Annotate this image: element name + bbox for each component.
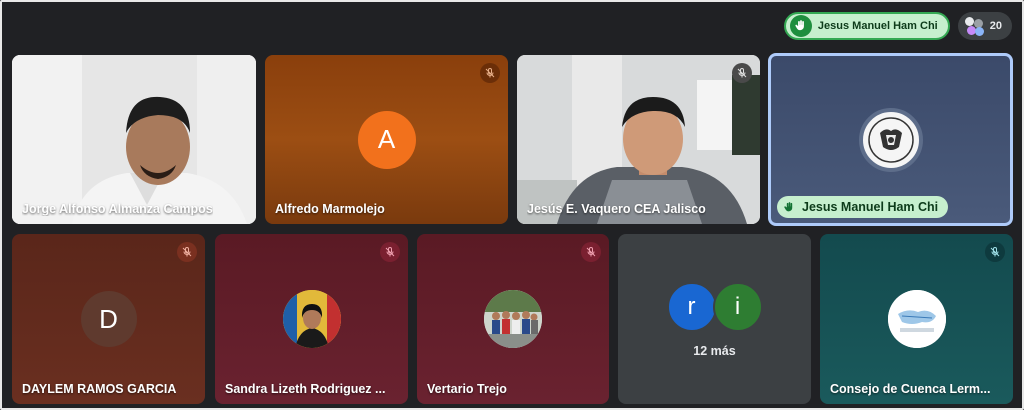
participant-count: 20 xyxy=(989,20,1002,32)
raised-hand-icon xyxy=(784,201,793,211)
video-feed xyxy=(517,55,760,224)
raised-hand-indicator[interactable]: Jesus Manuel Ham Chi xyxy=(783,12,950,40)
participants-button[interactable]: 20 xyxy=(957,12,1012,40)
more-participants-tile[interactable]: r i 12 más xyxy=(618,234,811,404)
overflow-avatars: r i xyxy=(666,282,763,332)
participant-tile-jorge[interactable]: Jorge Alfonso Almanza Campos xyxy=(12,55,256,224)
participant-tile-sandra[interactable]: Sandra Lizeth Rodriguez ... xyxy=(215,234,408,404)
avatar-initial: r xyxy=(687,293,696,320)
avatar-initial: i xyxy=(734,293,741,320)
participant-tile-vertario[interactable]: Vertario Trejo xyxy=(417,234,609,404)
participant-name: Alfredo Marmolejo xyxy=(275,202,385,216)
more-count-label: 12 más xyxy=(693,344,736,358)
raised-hand-icon xyxy=(789,15,812,37)
participant-name: Vertario Trejo xyxy=(427,382,507,396)
participant-tile-consejo[interactable]: Consejo de Cuenca Lerm... xyxy=(820,234,1013,404)
profile-photo xyxy=(484,290,542,348)
top-status-bar: Jesus Manuel Ham Chi 20 xyxy=(783,11,1012,41)
overflow-avatar-r: r xyxy=(666,282,717,332)
participant-name: Consejo de Cuenca Lerm... xyxy=(830,382,991,396)
participant-name: Sandra Lizeth Rodriguez ... xyxy=(225,382,386,396)
avatar-initial: A xyxy=(377,124,396,154)
muted-icon xyxy=(581,242,601,262)
video-feed xyxy=(12,55,256,224)
muted-icon xyxy=(380,242,400,262)
participant-name: Jesus Manuel Ham Chi xyxy=(802,200,939,214)
participant-tile-daylem[interactable]: D DAYLEM RAMOS GARCIA xyxy=(12,234,205,404)
participant-name: Jesús E. Vaquero CEA Jalisco xyxy=(527,202,706,216)
muted-icon xyxy=(985,242,1005,262)
profile-photo xyxy=(282,290,341,348)
muted-icon xyxy=(177,242,197,262)
participant-name: Jorge Alfonso Almanza Campos xyxy=(22,202,213,216)
avatar-initial: D xyxy=(99,303,118,334)
emblem-icon xyxy=(867,116,914,163)
avatar: D xyxy=(80,291,137,347)
participants-icon xyxy=(964,16,984,36)
avatar: A xyxy=(357,110,416,169)
participant-name: DAYLEM RAMOS GARCIA xyxy=(22,382,177,396)
participant-tile-jesus-ham-chi[interactable]: Jesus Manuel Ham Chi xyxy=(768,53,1013,226)
university-emblem-avatar xyxy=(858,107,923,172)
muted-icon xyxy=(480,63,500,83)
raised-hand-badge: Jesus Manuel Ham Chi xyxy=(777,196,949,218)
muted-icon xyxy=(732,63,752,83)
participant-tile-alfredo[interactable]: A Alfredo Marmolejo xyxy=(265,55,508,224)
profile-photo xyxy=(887,290,946,348)
raised-hand-name: Jesus Manuel Ham Chi xyxy=(817,20,938,32)
overflow-avatar-i: i xyxy=(712,282,763,332)
participant-tile-jesus-vaquero[interactable]: Jesús E. Vaquero CEA Jalisco xyxy=(517,55,760,224)
